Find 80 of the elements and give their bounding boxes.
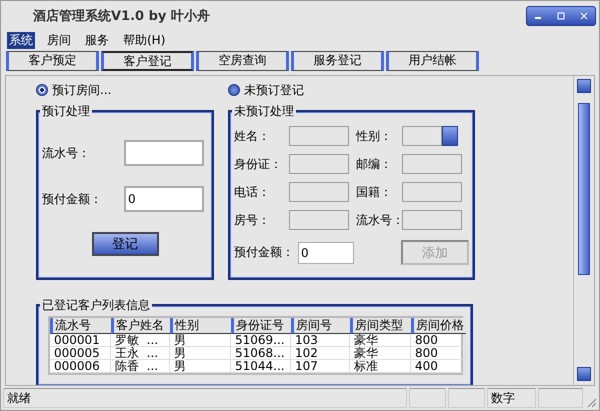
input-field[interactable] [289,154,349,174]
menu-item[interactable]: 帮助(H) [121,32,168,48]
field-label: 预付金额： [42,190,102,208]
radio-label: 预订房间... [52,82,112,98]
column-header[interactable]: 性别 [170,318,231,334]
input-field[interactable]: 0 [124,186,204,212]
tab[interactable]: 服务登记 [291,51,384,71]
table-cell: 罗敏 ... [111,334,170,347]
table-cell: 豪华 [350,334,411,347]
tab[interactable]: 客户预定 [6,51,99,71]
table-cell: 51044... [231,360,291,373]
menu-item[interactable]: 房间 [45,32,73,48]
column-header[interactable]: 房间价格 [411,318,466,334]
scroll-down-button[interactable] [577,367,591,381]
radio-button[interactable] [228,84,240,96]
table-cell: 102 [291,347,350,360]
input-field[interactable] [402,210,462,230]
radio-label: 未预订登记 [244,82,304,98]
scroll-up-button[interactable] [577,79,591,93]
group-title: 已登记客户列表信息 [40,297,152,313]
dropdown-field[interactable] [402,126,442,146]
table-cell: 51069... [231,334,291,347]
input-field[interactable] [402,182,462,202]
table-cell: 107 [291,360,350,373]
status-indicator: 数字 [487,388,536,408]
column-header[interactable]: 房间类型 [350,318,411,334]
menu-item[interactable]: 系统 [7,32,35,48]
close-icon[interactable] [580,12,588,20]
field-label: 预付金额： [234,244,294,261]
table-cell: 000006 [50,360,111,373]
field-label: 性别： [356,128,393,144]
tab[interactable]: 客户登记 [101,51,194,71]
input-field[interactable] [124,140,204,166]
input-field[interactable] [289,126,349,146]
field-label: 房号： [234,212,271,228]
dropdown-button[interactable] [442,126,458,146]
scrollbar-thumb[interactable] [578,103,590,275]
field-label: 流水号： [356,212,402,228]
group-title: 预订处理 [40,103,92,119]
tab[interactable]: 空房查询 [196,51,289,71]
table-cell: 男 [170,334,231,347]
table-cell: 800 [411,334,466,347]
input-field[interactable]: 0 [298,242,354,264]
table-cell: 000005 [50,347,111,360]
table-cell: 男 [170,360,231,373]
field-label: 电话： [234,184,271,200]
input-field[interactable] [402,154,462,174]
menu-item[interactable]: 服务 [83,32,111,48]
table-cell: 陈香 ... [111,360,170,373]
register-button[interactable]: 登记 [92,232,158,256]
column-header[interactable]: 房间号 [291,318,350,334]
column-header[interactable]: 流水号 [50,318,111,334]
column-header[interactable]: 客户姓名 [111,318,170,334]
table-cell: 王永 ... [111,347,170,360]
tab[interactable]: 用户结帐 [386,51,479,71]
table-cell: 标准 [350,360,411,373]
status-panel [538,388,583,408]
table-cell: 豪华 [350,347,411,360]
resize-grip-icon[interactable] [585,396,597,408]
input-field[interactable] [289,210,349,230]
field-label: 姓名： [234,128,271,144]
field-label: 邮编： [356,156,393,172]
table-cell: 男 [170,347,231,360]
radio-button[interactable] [36,84,48,96]
field-label: 流水号： [42,144,90,162]
maximize-icon[interactable] [556,12,565,20]
table-cell: 800 [411,347,466,360]
input-field[interactable] [289,182,349,202]
table-cell: 103 [291,334,350,347]
window-title: 酒店管理系统V1.0 by 叶小舟 [33,8,210,25]
table-cell: 51068... [231,347,291,360]
field-label: 身份证： [234,156,283,172]
field-label: 国籍： [356,184,393,200]
status-message: 就绪 [3,388,407,408]
table-cell: 400 [411,360,466,373]
table-cell: 000001 [50,334,111,347]
group-title: 未预订处理 [232,103,296,119]
column-header[interactable]: 身份证号 [231,318,291,334]
status-panel [409,388,446,408]
status-panel [448,388,485,408]
